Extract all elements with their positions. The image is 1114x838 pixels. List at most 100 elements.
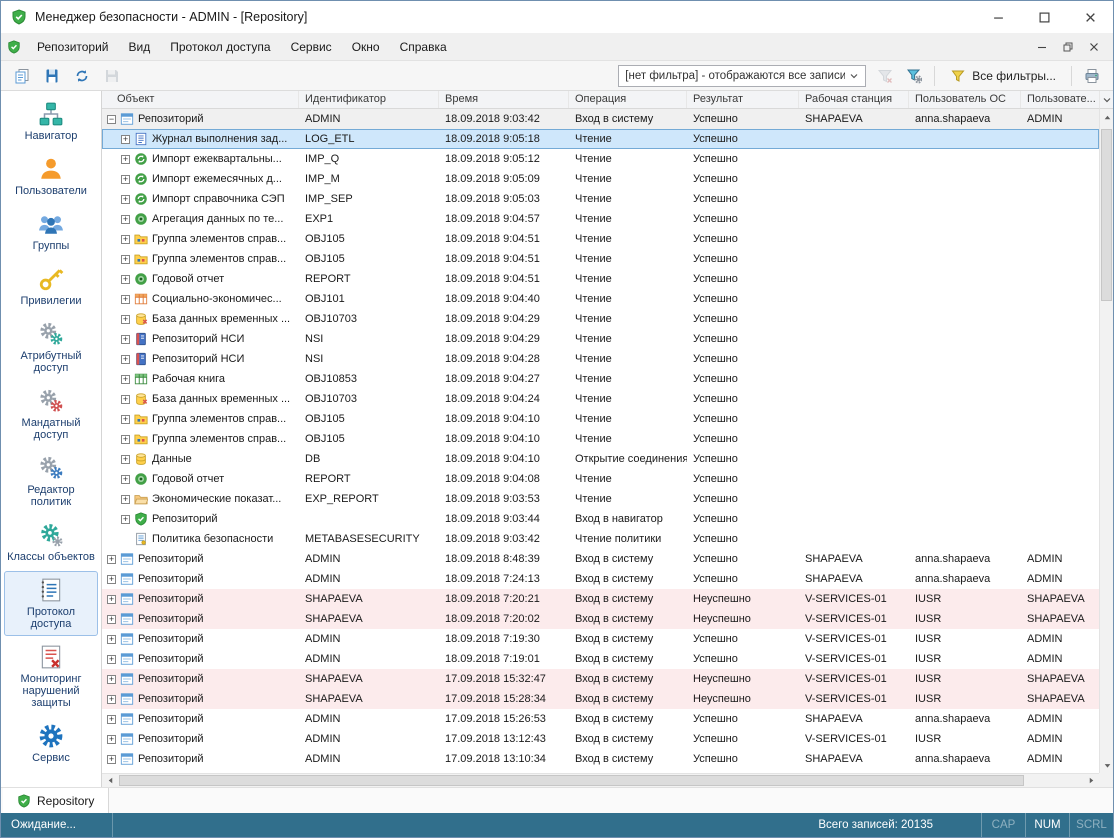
- sidebar-item-object-classes[interactable]: Классы объектов: [4, 516, 98, 569]
- sidebar-item-groups[interactable]: Группы: [4, 205, 98, 258]
- expand-toggle[interactable]: +: [121, 475, 130, 484]
- table-row[interactable]: Политика безопасностиMETABASESECURITY18.…: [102, 529, 1099, 549]
- expand-toggle[interactable]: +: [121, 395, 130, 404]
- table-row[interactable]: +РепозиторийSHAPAEVA17.09.2018 15:28:34В…: [102, 689, 1099, 709]
- scroll-right-icon[interactable]: [1083, 774, 1099, 787]
- table-row[interactable]: +Репозиторий18.09.2018 9:03:44Вход в нав…: [102, 509, 1099, 529]
- expand-toggle[interactable]: +: [107, 735, 116, 744]
- expand-toggle[interactable]: +: [121, 295, 130, 304]
- expand-toggle[interactable]: −: [107, 115, 116, 124]
- filter-combo[interactable]: [нет фильтра] - отображаются все записи: [618, 65, 866, 87]
- all-filters-button[interactable]: Все фильтры...: [942, 65, 1064, 87]
- menu-item-access-log[interactable]: Протокол доступа: [160, 35, 280, 59]
- table-row[interactable]: +РепозиторийSHAPAEVA17.09.2018 15:32:47В…: [102, 669, 1099, 689]
- copy-button[interactable]: [9, 64, 35, 88]
- menu-item-window[interactable]: Окно: [342, 35, 390, 59]
- table-row[interactable]: +Годовой отчетREPORT18.09.2018 9:04:08Чт…: [102, 469, 1099, 489]
- sidebar-item-attribute-access[interactable]: Атрибутный доступ: [4, 315, 98, 380]
- table-row[interactable]: +Группа элементов справ...OBJ10518.09.20…: [102, 229, 1099, 249]
- vertical-scroll-thumb[interactable]: [1101, 129, 1112, 301]
- mdi-restore-button[interactable]: [1063, 42, 1073, 52]
- expand-toggle[interactable]: +: [107, 555, 116, 564]
- sidebar-item-privileges[interactable]: Привилегии: [4, 260, 98, 313]
- mdi-minimize-button[interactable]: [1037, 42, 1047, 52]
- column-chooser-button[interactable]: [1099, 91, 1113, 109]
- mdi-close-button[interactable]: [1089, 42, 1099, 52]
- filter-settings-button[interactable]: [901, 64, 927, 88]
- table-row[interactable]: +РепозиторийADMIN17.09.2018 13:12:43Вход…: [102, 729, 1099, 749]
- table-row[interactable]: +Репозиторий НСИNSI18.09.2018 9:04:29Чте…: [102, 329, 1099, 349]
- table-row[interactable]: +База данных временных ...OBJ1070318.09.…: [102, 389, 1099, 409]
- scroll-down-icon[interactable]: [1100, 757, 1114, 773]
- sidebar-item-mandatory-access[interactable]: Мандатный доступ: [4, 382, 98, 447]
- sidebar-item-access-log[interactable]: Протокол доступа: [4, 571, 98, 636]
- table-row[interactable]: +РепозиторийADMIN18.09.2018 7:24:13Вход …: [102, 569, 1099, 589]
- table-row[interactable]: +Импорт справочника СЭПIMP_SEP18.09.2018…: [102, 189, 1099, 209]
- sidebar-item-service[interactable]: Сервис: [4, 717, 98, 770]
- menu-item-repository[interactable]: Репозиторий: [27, 35, 119, 59]
- menu-item-help[interactable]: Справка: [390, 35, 457, 59]
- expand-toggle[interactable]: +: [121, 495, 130, 504]
- expand-toggle[interactable]: +: [107, 695, 116, 704]
- maximize-button[interactable]: [1021, 1, 1067, 33]
- expand-toggle[interactable]: +: [121, 315, 130, 324]
- expand-toggle[interactable]: +: [107, 655, 116, 664]
- sidebar-item-users[interactable]: Пользователи: [4, 150, 98, 203]
- table-row[interactable]: +Импорт ежеквартальны...IMP_Q18.09.2018 …: [102, 149, 1099, 169]
- table-row[interactable]: +База данных временных ...OBJ1070318.09.…: [102, 309, 1099, 329]
- table-row[interactable]: +РепозиторийADMIN18.09.2018 7:19:30Вход …: [102, 629, 1099, 649]
- table-row[interactable]: +Рабочая книгаOBJ1085318.09.2018 9:04:27…: [102, 369, 1099, 389]
- expand-toggle[interactable]: +: [107, 635, 116, 644]
- table-row[interactable]: +РепозиторийADMIN18.09.2018 7:19:01Вход …: [102, 649, 1099, 669]
- minimize-button[interactable]: [975, 1, 1021, 33]
- table-row[interactable]: −РепозиторийADMIN18.09.2018 9:03:42Вход …: [102, 109, 1099, 129]
- column-header-4[interactable]: Результат: [687, 91, 799, 108]
- table-row[interactable]: +Журнал выполнения зад...LOG_ETL18.09.20…: [102, 129, 1099, 149]
- expand-toggle[interactable]: +: [107, 755, 116, 764]
- horizontal-scroll-thumb[interactable]: [119, 775, 1024, 786]
- table-row[interactable]: +Группа элементов справ...OBJ10518.09.20…: [102, 249, 1099, 269]
- scroll-left-icon[interactable]: [102, 774, 118, 787]
- expand-toggle[interactable]: +: [121, 135, 130, 144]
- expand-toggle[interactable]: +: [121, 155, 130, 164]
- table-row[interactable]: +Годовой отчетREPORT18.09.2018 9:04:51Чт…: [102, 269, 1099, 289]
- table-row[interactable]: +РепозиторийADMIN17.09.2018 13:10:34Вход…: [102, 749, 1099, 769]
- column-header-3[interactable]: Операция: [569, 91, 687, 108]
- vertical-scrollbar[interactable]: [1099, 109, 1113, 773]
- expand-toggle[interactable]: +: [121, 355, 130, 364]
- table-row[interactable]: +Агрегация данных по те...EXP118.09.2018…: [102, 209, 1099, 229]
- print-button[interactable]: [1079, 64, 1105, 88]
- expand-toggle[interactable]: +: [121, 435, 130, 444]
- table-row[interactable]: +ДанныеDB18.09.2018 9:04:10Открытие соед…: [102, 449, 1099, 469]
- table-row[interactable]: +Импорт ежемесячных д...IMP_M18.09.2018 …: [102, 169, 1099, 189]
- table-row[interactable]: +РепозиторийSHAPAEVA18.09.2018 7:20:21Вх…: [102, 589, 1099, 609]
- table-row[interactable]: +Группа элементов справ...OBJ10518.09.20…: [102, 429, 1099, 449]
- menu-item-view[interactable]: Вид: [119, 35, 161, 59]
- table-row[interactable]: +Группа элементов справ...OBJ10518.09.20…: [102, 409, 1099, 429]
- table-row[interactable]: +Репозиторий НСИNSI18.09.2018 9:04:28Чте…: [102, 349, 1099, 369]
- expand-toggle[interactable]: +: [121, 235, 130, 244]
- expand-toggle[interactable]: +: [107, 615, 116, 624]
- tab-repository[interactable]: Repository: [3, 788, 109, 813]
- expand-toggle[interactable]: +: [107, 715, 116, 724]
- table-row[interactable]: +РепозиторийADMIN17.09.2018 15:26:53Вход…: [102, 709, 1099, 729]
- save-button[interactable]: [99, 64, 125, 88]
- expand-toggle[interactable]: +: [121, 195, 130, 204]
- document-button[interactable]: [39, 64, 65, 88]
- expand-toggle[interactable]: +: [107, 575, 116, 584]
- sidebar-item-navigator[interactable]: Навигатор: [4, 95, 98, 148]
- sidebar-item-policy-editor[interactable]: Редактор политик: [4, 449, 98, 514]
- sidebar-item-violation-monitoring[interactable]: Мониторинг нарушений защиты: [4, 638, 98, 715]
- clear-filter-button[interactable]: [872, 64, 898, 88]
- horizontal-scrollbar[interactable]: [102, 773, 1099, 787]
- expand-toggle[interactable]: +: [121, 275, 130, 284]
- column-header-5[interactable]: Рабочая станция: [799, 91, 909, 108]
- expand-toggle[interactable]: +: [121, 335, 130, 344]
- close-button[interactable]: [1067, 1, 1113, 33]
- expand-toggle[interactable]: +: [121, 175, 130, 184]
- column-header-1[interactable]: Идентификатор: [299, 91, 439, 108]
- expand-toggle[interactable]: +: [121, 455, 130, 464]
- table-row[interactable]: +РепозиторийSHAPAEVA18.09.2018 7:20:02Вх…: [102, 609, 1099, 629]
- table-row[interactable]: +Социально-экономичес...OBJ10118.09.2018…: [102, 289, 1099, 309]
- expand-toggle[interactable]: +: [121, 515, 130, 524]
